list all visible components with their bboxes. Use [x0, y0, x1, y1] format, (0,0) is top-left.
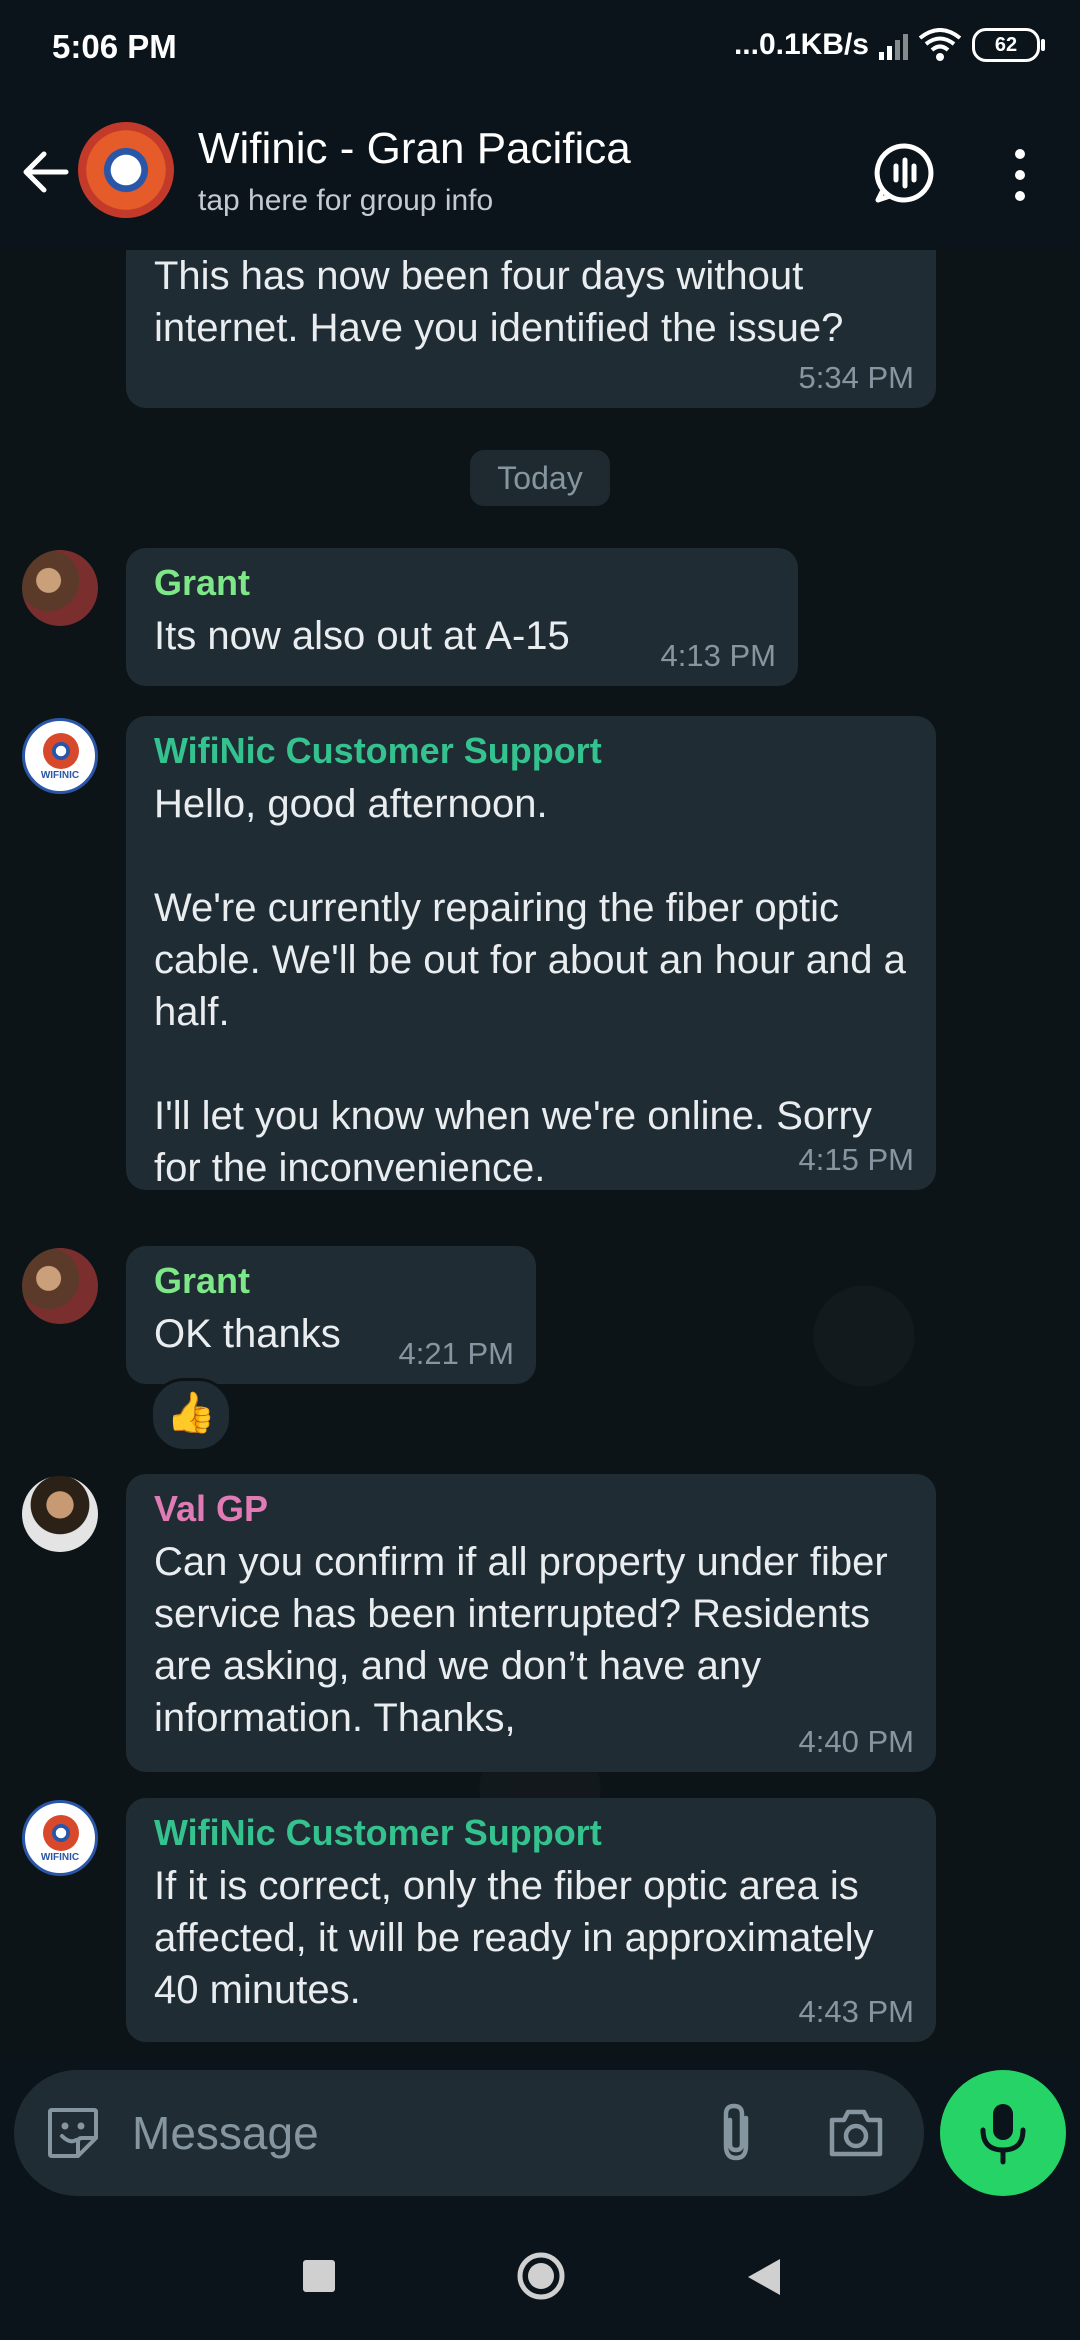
avatar[interactable]: WIFINIC	[22, 1800, 98, 1876]
chat-header[interactable]: Wifinic - Gran Pacifica tap here for gro…	[0, 100, 1080, 250]
group-avatar[interactable]	[78, 122, 174, 218]
home-icon[interactable]	[515, 2250, 567, 2302]
message-bubble[interactable]: Grant Its now also out at A-15 4:13 PM	[126, 548, 798, 686]
attach-icon[interactable]	[714, 2100, 760, 2166]
wifinic-logo-icon	[43, 733, 79, 769]
sender-name[interactable]: Val GP	[154, 1488, 908, 1530]
wifi-icon	[918, 28, 962, 61]
sender-name[interactable]: WifiNic Customer Support	[154, 1812, 908, 1854]
group-title[interactable]: Wifinic - Gran Pacifica	[198, 124, 631, 174]
voice-chat-icon[interactable]	[874, 142, 936, 204]
message-time: 5:34 PM	[798, 360, 914, 395]
network-speed: ...0.1KB/s	[733, 28, 869, 61]
sticker-icon[interactable]	[44, 2104, 102, 2162]
camera-icon[interactable]	[826, 2104, 886, 2160]
sender-name[interactable]: Grant	[154, 1260, 508, 1302]
avatar[interactable]	[22, 1476, 98, 1552]
back-triangle-icon[interactable]	[742, 2255, 784, 2299]
message-bubble[interactable]: This has now been four days without inte…	[126, 250, 936, 408]
back-arrow-icon[interactable]	[20, 146, 72, 198]
message-text: This has now been four days without inte…	[154, 254, 844, 350]
message-bubble[interactable]: Grant OK thanks 4:21 PM	[126, 1246, 536, 1384]
message-time: 4:15 PM	[798, 1142, 914, 1177]
avatar-label: WIFINIC	[40, 770, 80, 781]
sender-name[interactable]: WifiNic Customer Support	[154, 730, 908, 772]
status-indicators: ...0.1KB/s 62	[733, 28, 1045, 62]
signal-icon	[879, 30, 908, 60]
message-time: 4:13 PM	[660, 638, 776, 673]
sender-name[interactable]: Grant	[154, 562, 770, 604]
message-text: Hello, good afternoon. We're currently r…	[154, 782, 906, 1190]
message-input[interactable]: Message	[132, 2106, 319, 2160]
voice-record-button[interactable]	[940, 2070, 1066, 2196]
battery-icon: 62	[972, 28, 1045, 62]
chat-area[interactable]: This has now been four days without inte…	[0, 250, 1080, 2060]
recents-icon[interactable]	[303, 2260, 335, 2292]
avatar-label: WIFINIC	[40, 1852, 80, 1863]
message-bubble[interactable]: WifiNic Customer Support Hello, good aft…	[126, 716, 936, 1190]
more-options-icon[interactable]	[1002, 146, 1038, 204]
message-time: 4:40 PM	[798, 1724, 914, 1759]
message-bubble[interactable]: Val GP Can you confirm if all property u…	[126, 1474, 936, 1772]
message-text: Can you confirm if all property under fi…	[154, 1540, 899, 1740]
wifinic-logo-icon	[43, 1815, 79, 1851]
message-bubble[interactable]: WifiNic Customer Support If it is correc…	[126, 1798, 936, 2042]
group-subtitle[interactable]: tap here for group info	[198, 184, 493, 218]
message-time: 4:43 PM	[798, 1994, 914, 2029]
system-nav-bar	[0, 2215, 1080, 2340]
status-time: 5:06 PM	[52, 28, 177, 65]
mic-icon	[980, 2104, 1026, 2165]
avatar[interactable]	[22, 550, 98, 626]
message-text: If it is correct, only the fiber optic a…	[154, 1864, 885, 2012]
message-time: 4:21 PM	[398, 1336, 514, 1371]
day-separator: Today	[470, 450, 610, 506]
message-input-bar[interactable]: Message	[14, 2070, 924, 2196]
status-bar: 5:06 PM ...0.1KB/s 62	[0, 0, 1080, 100]
avatar[interactable]: WIFINIC	[22, 718, 98, 794]
avatar[interactable]	[22, 1248, 98, 1324]
reaction-thumbs-up[interactable]: 👍	[150, 1378, 232, 1452]
